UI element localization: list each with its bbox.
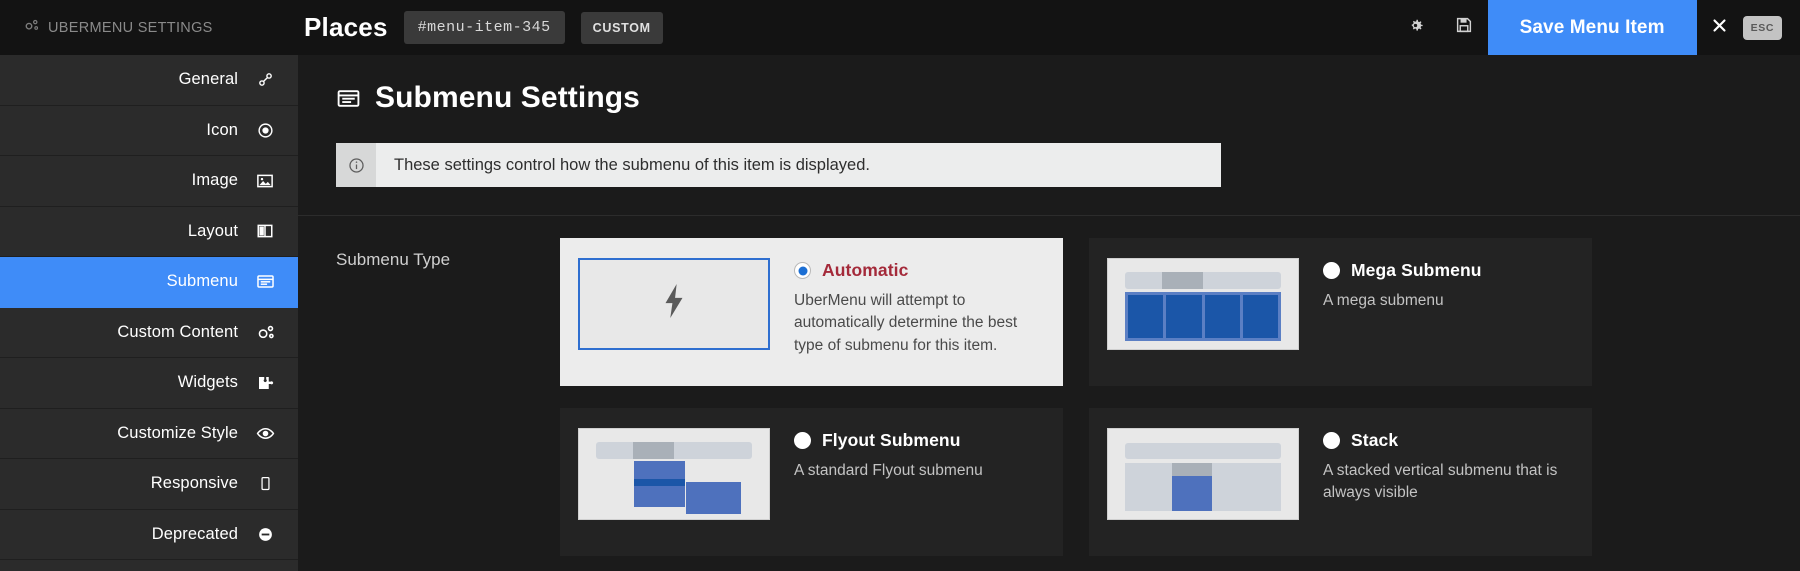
option-card-automatic[interactable]: Automatic UberMenu will attempt to autom… [560, 238, 1063, 386]
floppy-disk-icon [1455, 16, 1473, 39]
thumbnail-stack-panel [1125, 463, 1281, 511]
menu-item-id-badge: #menu-item-345 [403, 11, 565, 44]
esc-key-badge[interactable]: ESC [1742, 15, 1782, 40]
sidebar-item-label: Submenu [166, 272, 238, 291]
columns-icon [254, 222, 276, 240]
brand-label: UBERMENU SETTINGS [48, 19, 213, 36]
custom-badge: CUSTOM [580, 11, 663, 44]
eye-icon [254, 424, 276, 443]
radio-mega-submenu[interactable] [1323, 262, 1340, 279]
ubermenu-settings-window: UBERMENU SETTINGS Places #menu-item-345 … [0, 0, 1800, 571]
sidebar-item-widgets[interactable]: Widgets [0, 358, 298, 409]
submenu-panel-icon [254, 272, 276, 291]
thumbnail-flyout-column [634, 461, 686, 508]
radio-automatic[interactable] [794, 262, 811, 279]
option-card-flyout-submenu[interactable]: Flyout Submenu A standard Flyout submenu [560, 408, 1063, 556]
thumbnail-mega-columns [1125, 292, 1281, 341]
option-text-stack: Stack A stacked vertical submenu that is… [1299, 428, 1574, 538]
sidebar-item-label: Deprecated [151, 524, 238, 543]
link-icon [254, 71, 276, 88]
thumbnail-flyout-panel [685, 481, 743, 515]
option-text-mega-submenu: Mega Submenu A mega submenu [1299, 258, 1574, 368]
option-text-flyout-submenu: Flyout Submenu A standard Flyout submenu [770, 428, 1045, 538]
sidebar-item-deprecated[interactable]: Deprecated [0, 510, 298, 560]
sidebar-item-customize-style[interactable]: Customize Style [0, 409, 298, 459]
gears-icon [24, 18, 39, 37]
sidebar-item-custom-content[interactable]: Custom Content [0, 308, 298, 358]
option-title: Stack [1351, 430, 1399, 450]
content-header: Submenu Settings [298, 55, 1800, 115]
puzzle-piece-icon [254, 374, 276, 392]
mobile-icon [254, 476, 276, 491]
submenu-panel-icon [336, 86, 361, 111]
close-icon [1712, 16, 1727, 39]
thumbnail-navbar [596, 441, 752, 459]
sidebar-item-responsive[interactable]: Responsive [0, 459, 298, 510]
option-description: A mega submenu [1323, 292, 1444, 309]
option-title: Flyout Submenu [822, 430, 961, 450]
save-menu-item-button[interactable]: Save Menu Item [1487, 0, 1697, 55]
image-icon [254, 172, 276, 190]
close-button[interactable] [1697, 0, 1743, 55]
target-icon [254, 122, 276, 139]
info-notice: These settings control how the submenu o… [336, 143, 1221, 187]
sidebar-item-label: Custom Content [117, 322, 238, 341]
option-card-stack[interactable]: Stack A stacked vertical submenu that is… [1089, 408, 1592, 556]
option-text-automatic: Automatic UberMenu will attempt to autom… [770, 258, 1045, 368]
page-title-text: Submenu Settings [375, 81, 640, 114]
gears-icon [254, 323, 276, 342]
settings-content-panel: Submenu Settings These settings control … [298, 55, 1800, 571]
settings-gear-button[interactable] [1392, 0, 1440, 55]
brand-area: UBERMENU SETTINGS [0, 18, 298, 37]
submenu-type-label: Submenu Type [336, 250, 451, 269]
settings-sidebar: General Icon Image Layout Submenu Custom… [0, 55, 298, 571]
lightning-bolt-thumbnail [578, 258, 770, 350]
mega-columns-thumbnail [1107, 258, 1299, 350]
sidebar-item-label: Icon [206, 120, 238, 139]
sidebar-item-label: Responsive [150, 474, 238, 493]
sidebar-item-icon[interactable]: Icon [0, 106, 298, 156]
info-notice-text: These settings control how the submenu o… [394, 155, 870, 174]
thumbnail-navbar [1125, 442, 1281, 459]
option-description: A standard Flyout submenu [794, 462, 983, 479]
lightning-bolt-icon [661, 284, 687, 324]
option-description: UberMenu will attempt to automatically d… [794, 292, 1018, 354]
stack-thumbnail [1107, 428, 1299, 520]
sidebar-item-label: Layout [187, 221, 238, 240]
sidebar-item-submenu[interactable]: Submenu [0, 257, 298, 308]
submenu-type-options: Automatic UberMenu will attempt to autom… [560, 216, 1800, 556]
sidebar-item-label: Widgets [177, 373, 238, 392]
option-title: Automatic [822, 260, 909, 280]
sidebar-item-label: General [178, 70, 238, 89]
sidebar-item-image[interactable]: Image [0, 156, 298, 207]
sidebar-item-label: Image [191, 171, 238, 190]
info-icon [336, 143, 376, 187]
flyout-thumbnail [578, 428, 770, 520]
toolbar-actions: Save Menu Item ESC [1392, 0, 1800, 55]
sidebar-item-layout[interactable]: Layout [0, 207, 298, 257]
radio-flyout-submenu[interactable] [794, 432, 811, 449]
thumbnail-navbar [1125, 271, 1281, 289]
main-body: General Icon Image Layout Submenu Custom… [0, 55, 1800, 571]
sidebar-item-label: Customize Style [117, 423, 238, 442]
save-menu-item-label: Save Menu Item [1519, 16, 1665, 38]
option-card-mega-submenu[interactable]: Mega Submenu A mega submenu [1089, 238, 1592, 386]
minus-circle-icon [254, 526, 276, 543]
thumbnail-stack-column [1171, 463, 1213, 511]
save-draft-button[interactable] [1440, 0, 1488, 55]
gear-icon [1406, 16, 1425, 40]
top-toolbar: UBERMENU SETTINGS Places #menu-item-345 … [0, 0, 1800, 55]
option-title: Mega Submenu [1351, 260, 1482, 280]
submenu-type-field: Submenu Type Automatic UberMenu will att… [298, 216, 1800, 556]
sidebar-item-general[interactable]: General [0, 55, 298, 106]
menu-item-header: Places #menu-item-345 CUSTOM [304, 11, 663, 44]
menu-item-title: Places [304, 12, 388, 42]
radio-stack[interactable] [1323, 432, 1340, 449]
page-title: Submenu Settings [336, 81, 1800, 115]
option-description: A stacked vertical submenu that is alway… [1323, 462, 1558, 502]
